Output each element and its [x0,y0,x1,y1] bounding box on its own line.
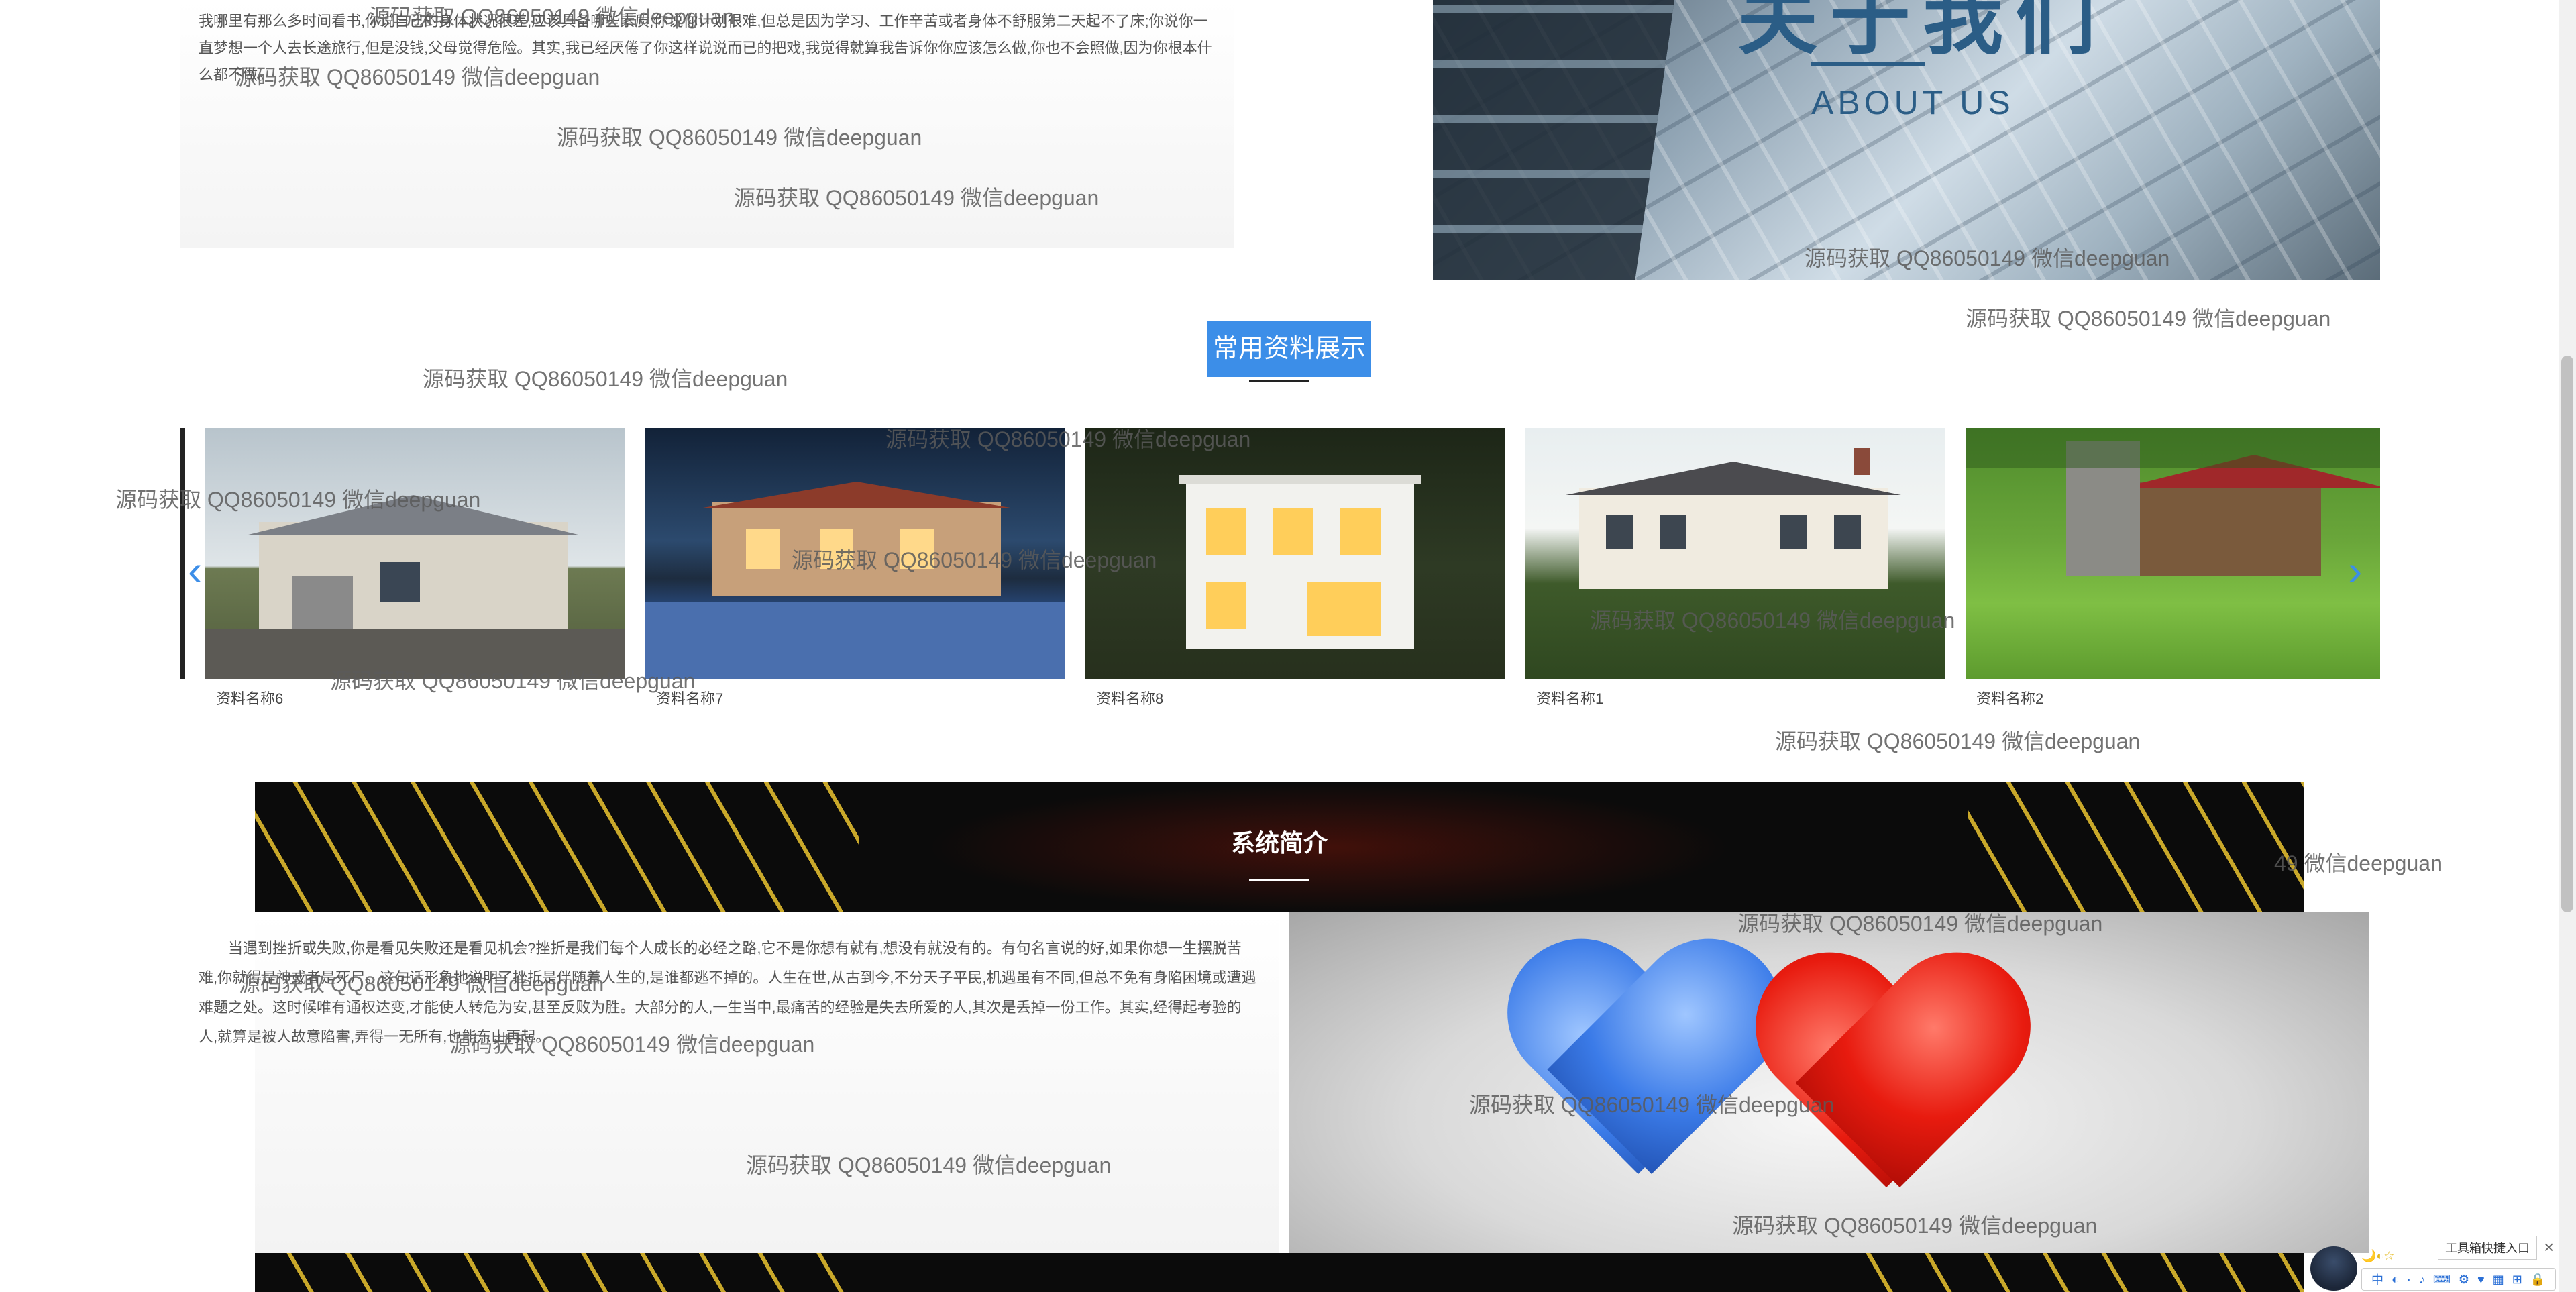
carousel-slide[interactable]: 资料名称6 [205,428,625,710]
toolbox-shortcut-entry[interactable]: 工具箱快捷入口 [2438,1236,2537,1260]
slide-caption[interactable]: 资料名称2 [1976,687,2043,708]
carousel-next-arrow[interactable]: › [2348,549,2362,592]
carousel-slide[interactable]: 资料名称8 [1085,428,1505,710]
ime-toolbar: 中 ◐ · ♪ ⌨ ⚙ ♥ ▦ ⊞ 🔒 [2361,1268,2556,1291]
page: 我哪里有那么多时间看书,你说自己的身体状况很差,应该具备哪些素质;你说你计划很难… [0,0,2576,1292]
watermark: 源码获取 QQ86050149 微信deepguan [1775,729,2141,753]
settings-icon[interactable]: ⚙ [2459,1273,2469,1287]
scrollbar-thumb[interactable] [2561,356,2573,912]
bottom-stripes-left [255,1253,859,1292]
hearts-image [1289,912,2369,1253]
building-facade [1433,0,1674,280]
skin-icon[interactable]: ♥ [2477,1273,2485,1287]
ime-avatar[interactable] [2310,1246,2357,1291]
close-icon[interactable]: × [2544,1238,2554,1256]
resource-carousel: 资料名称6 资料名称7 资料名称8 资料名称1 资料名称2 ‹ › [180,428,2380,710]
intro-title-underline [1249,879,1309,881]
slide-caption[interactable]: 资料名称6 [216,687,283,708]
slide-caption[interactable]: 资料名称7 [656,687,723,708]
lock-icon[interactable]: 🔒 [2530,1273,2545,1287]
watermark: 源码获取 QQ86050149 微信deepguan [1966,307,2331,331]
carousel-slide[interactable]: 资料名称2 [1966,428,2380,710]
carousel-slide[interactable]: 资料名称1 [1525,428,1945,710]
watermark: 源码获取 QQ86050149 微信deepguan [423,367,788,391]
keyboard-icon[interactable]: ⌨ [2433,1273,2451,1287]
ime-status-icons: 🌙◐☆ [2361,1249,2395,1262]
apps-icon[interactable]: ⊞ [2512,1273,2522,1287]
slide-image[interactable] [1525,428,1945,679]
blue-heart [1504,946,1786,1201]
slide-caption[interactable]: 资料名称1 [1536,687,1603,708]
carousel-edge [180,428,185,679]
section-heading-resources: 常用资料展示 [1208,321,1372,377]
red-heart [1752,959,2034,1214]
about-text: 我哪里有那么多时间看书,你说自己的身体状况很差,应该具备哪些素质;你说你计划很难… [199,13,1212,83]
about-title-cn: 关于我们 [1737,0,2108,64]
intro-banner: 系统简介 [255,782,2304,912]
punctuation-icon[interactable]: · [2407,1273,2411,1287]
slide-image[interactable] [1085,428,1505,679]
section-heading-underline [1249,380,1309,382]
carousel-prev-arrow[interactable]: ‹ [188,549,202,592]
bottom-stripes-right [1834,1253,2304,1292]
bottom-banner [255,1253,2304,1292]
intro-text: 当遇到挫折或失败,你是看见失败还是看见机会?挫折是我们每个人成长的必经之路,它不… [199,940,1256,1045]
voice-icon[interactable]: ♪ [2419,1273,2425,1287]
carousel-slide[interactable]: 资料名称7 [645,428,1065,710]
about-title-en: ABOUT US [1811,84,2015,121]
grid-icon[interactable]: ▦ [2493,1273,2504,1287]
half-moon-icon[interactable]: ◐ [2392,1273,2399,1287]
slide-caption[interactable]: 资料名称8 [1096,687,1163,708]
intro-title: 系统简介 [1230,829,1328,857]
ime-chinese-mode[interactable]: 中 [2371,1271,2383,1288]
slide-image[interactable] [1966,428,2380,679]
about-title-divider [1811,62,1925,66]
slide-image[interactable] [645,428,1065,679]
slide-image[interactable] [205,428,625,679]
